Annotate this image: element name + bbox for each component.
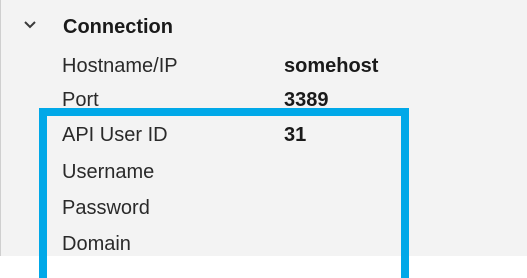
property-label: Password: [62, 197, 150, 219]
property-value[interactable]: 31: [284, 122, 306, 148]
property-row-username[interactable]: Username: [1, 159, 527, 189]
property-label: Hostname/IP: [62, 55, 178, 77]
property-value[interactable]: 3389: [284, 87, 329, 113]
section-title: Connection: [63, 16, 173, 38]
property-label: API User ID: [62, 124, 168, 146]
property-label: Port: [62, 89, 99, 111]
property-label: Domain: [62, 233, 131, 255]
property-grid: Connection Hostname/IP somehost Port 338…: [1, 0, 527, 256]
section-header-connection[interactable]: Connection: [1, 14, 527, 42]
property-value[interactable]: somehost: [284, 53, 378, 79]
property-row-hostname[interactable]: Hostname/IP somehost: [1, 53, 527, 83]
property-row-port[interactable]: Port 3389: [1, 87, 527, 117]
property-row-password[interactable]: Password: [1, 195, 527, 225]
property-row-domain[interactable]: Domain: [1, 231, 527, 261]
chevron-down-icon[interactable]: [23, 18, 37, 32]
property-row-api-user-id[interactable]: API User ID 31: [1, 122, 527, 152]
property-label: Username: [62, 161, 155, 183]
